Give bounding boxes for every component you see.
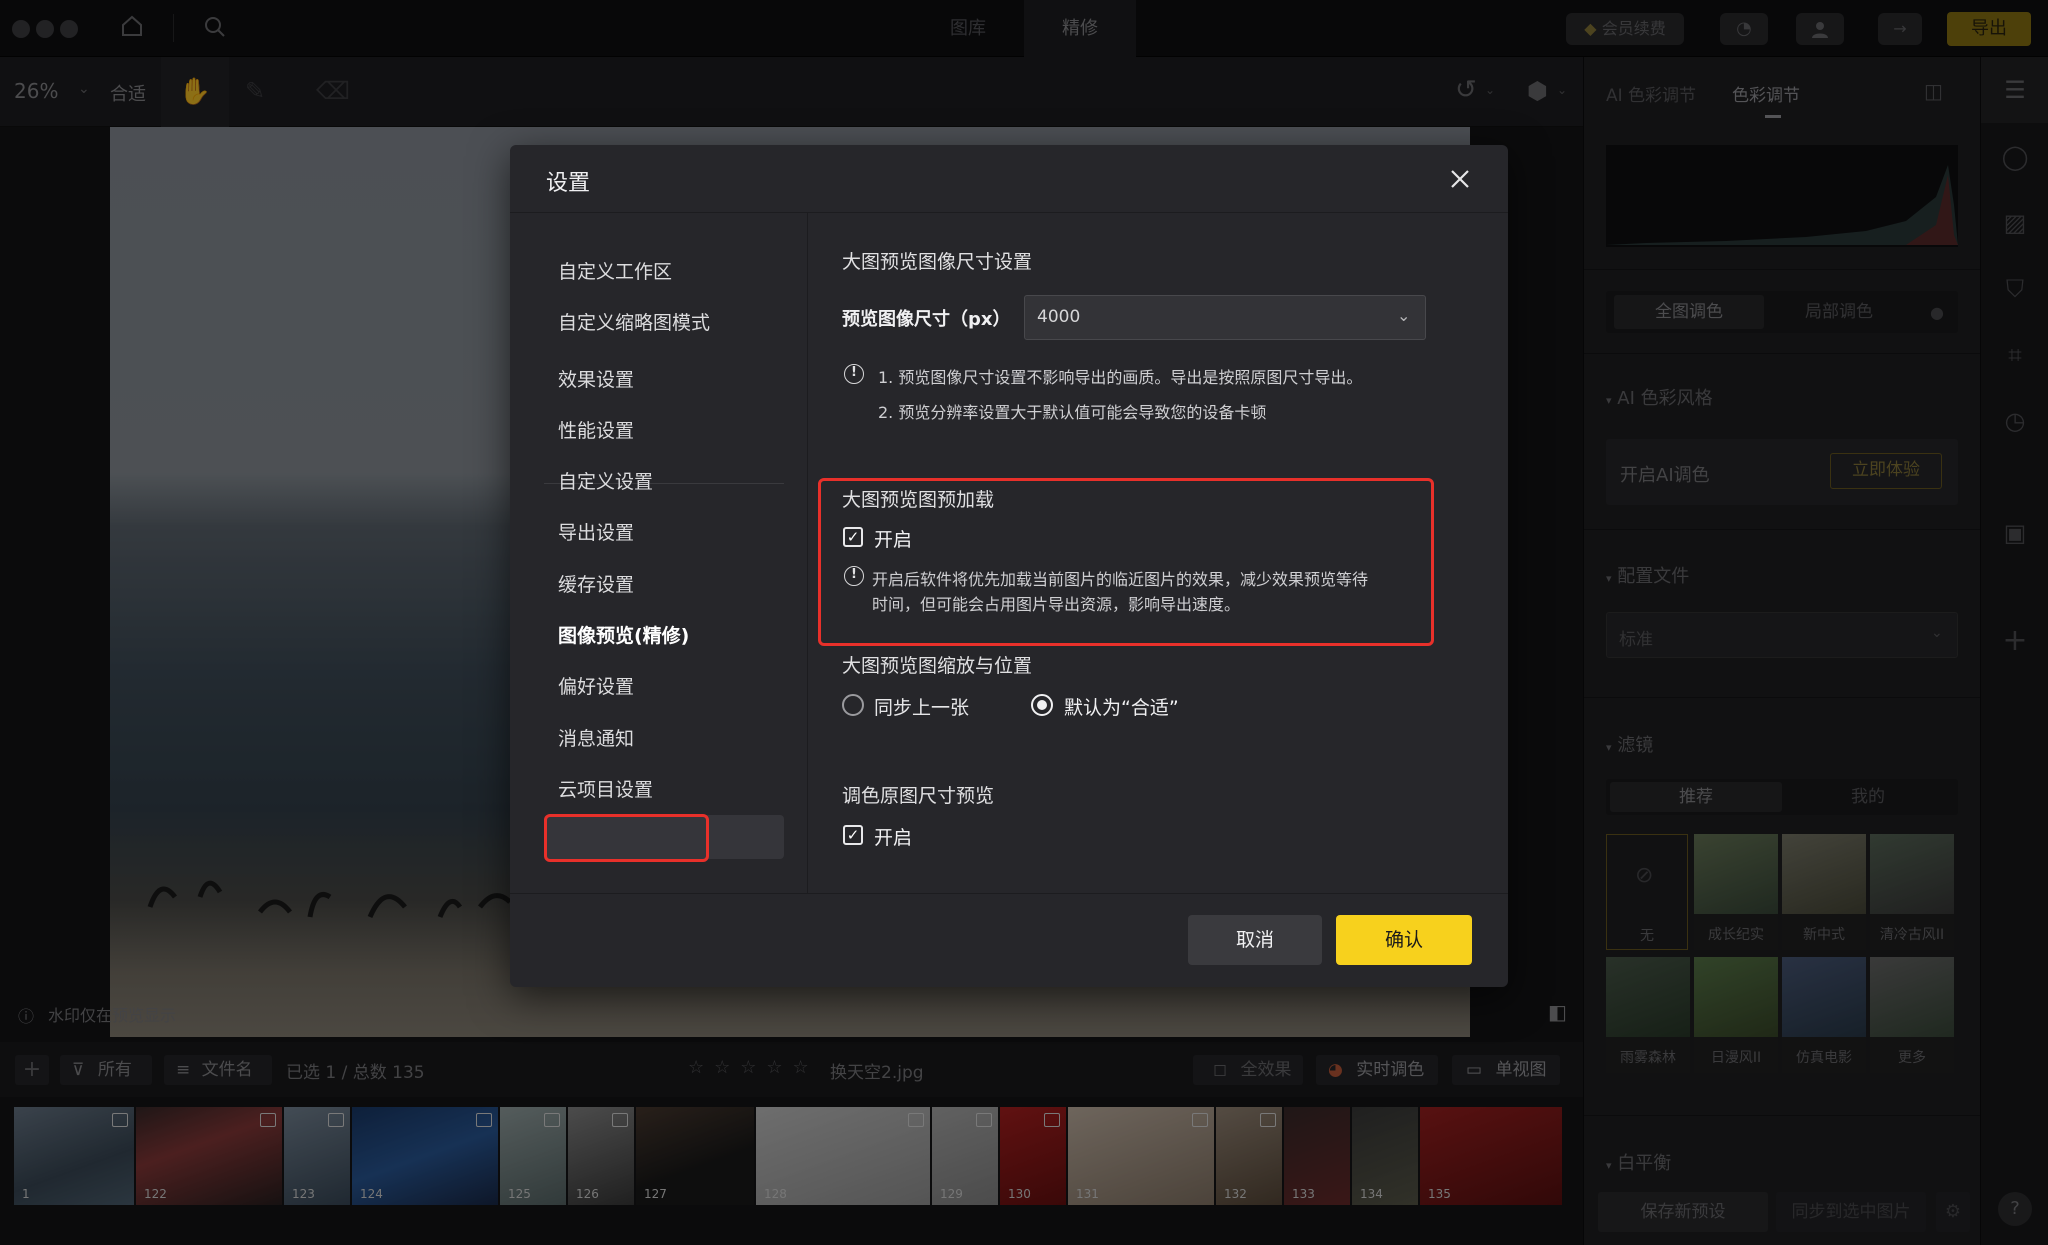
preload-checkbox-label[interactable]: 开启	[874, 525, 912, 552]
nav-item-preferences[interactable]: 偏好设置	[558, 672, 634, 702]
radio-sync-previous-label[interactable]: 同步上一张	[874, 693, 969, 720]
size-section-title: 大图预览图像尺寸设置	[842, 251, 1033, 273]
nav-item-image-preview[interactable]: 图像预览(精修)	[558, 621, 689, 651]
size-note-2: 2. 预览分辨率设置大于默认值可能会导致您的设备卡顿	[878, 403, 1267, 422]
original-size-section-title: 调色原图尺寸预览	[842, 785, 995, 807]
zoom-section-title: 大图预览图缩放与位置	[842, 655, 1033, 677]
preview-size-value: 4000	[1037, 307, 1081, 327]
nav-item-performance[interactable]: 性能设置	[558, 416, 634, 446]
app-window: 图库 精修 ◆ 会员续费 ◔ → 导出 26% ⌄ 合适 ✋ ✎ ⌫ ↺ ⌄ ⬢…	[0, 0, 2048, 1245]
size-note-1: 1. 预览图像尺寸设置不影响导出的画质。导出是按照原图尺寸导出。	[878, 368, 1363, 387]
dialog-title: 设置	[546, 171, 591, 196]
cancel-button[interactable]: 取消	[1188, 915, 1322, 965]
nav-item-cloud-project[interactable]: 云项目设置	[558, 775, 653, 805]
preload-note-line2: 时间，但可能会占用图片导出资源，影响导出速度。	[872, 595, 1241, 614]
annotation-highlight	[544, 814, 709, 862]
nav-item-workspace[interactable]: 自定义工作区	[558, 257, 672, 287]
settings-nav: 自定义工作区 自定义缩略图模式 效果设置 性能设置 自定义设置 导出设置 缓存设…	[510, 213, 808, 893]
nav-item-export[interactable]: 导出设置	[558, 518, 634, 548]
nav-item-thumbnail-mode[interactable]: 自定义缩略图模式	[558, 308, 710, 338]
nav-item-cache[interactable]: 缓存设置	[558, 570, 634, 600]
preview-size-label: 预览图像尺寸（px）	[842, 309, 1011, 330]
confirm-button[interactable]: 确认	[1336, 915, 1472, 965]
radio-sync-previous[interactable]	[842, 694, 864, 716]
radio-default-fit-label[interactable]: 默认为“合适”	[1064, 693, 1179, 720]
chevron-down-icon: ⌄	[1397, 306, 1411, 325]
preload-checkbox[interactable]: ✓	[843, 527, 863, 547]
nav-item-notifications[interactable]: 消息通知	[558, 724, 634, 754]
preload-section-title: 大图预览图预加载	[842, 489, 995, 511]
preload-note-line1: 开启后软件将优先加载当前图片的临近图片的效果，减少效果预览等待	[872, 570, 1369, 589]
info-icon: !	[844, 566, 864, 586]
preview-size-select[interactable]: 4000 ⌄	[1024, 295, 1426, 340]
nav-item-custom[interactable]: 自定义设置	[558, 467, 653, 497]
radio-default-fit[interactable]	[1031, 694, 1053, 716]
info-icon: !	[844, 364, 864, 384]
original-size-checkbox[interactable]: ✓	[843, 825, 863, 845]
close-icon[interactable]	[1440, 159, 1480, 199]
original-size-checkbox-label[interactable]: 开启	[874, 823, 912, 850]
settings-dialog: 设置 自定义工作区 自定义缩略图模式 效果设置 性能设置 自定义设置 导出设置 …	[510, 145, 1508, 987]
nav-item-effects[interactable]: 效果设置	[558, 365, 634, 395]
